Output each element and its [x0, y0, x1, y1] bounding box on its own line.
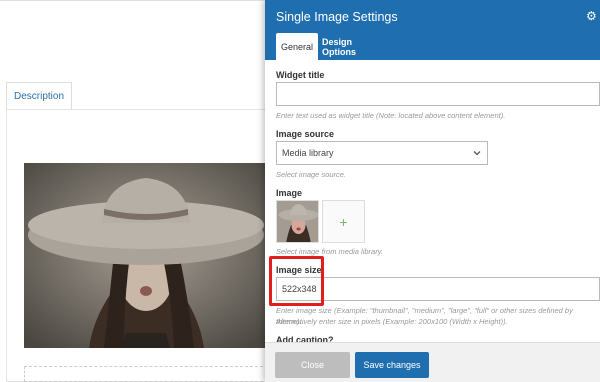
image-source-label: Image source: [276, 129, 335, 139]
image-thumbnail[interactable]: [276, 200, 319, 243]
tab-general[interactable]: General: [276, 33, 318, 60]
image-size-label: Image size: [276, 265, 322, 275]
image-label: Image: [276, 188, 303, 198]
image-source-value: Media library: [282, 148, 334, 158]
gear-icon[interactable]: ⚙: [586, 9, 598, 23]
add-image-button[interactable]: +: [322, 200, 365, 243]
close-button[interactable]: Close: [275, 352, 350, 378]
tab-description[interactable]: Description: [6, 82, 72, 110]
modal-footer: Close Save changes: [265, 342, 600, 382]
image-size-input[interactable]: 522x348: [276, 277, 600, 301]
element-placeholder: [24, 366, 268, 382]
image-size-help-2: Alternatively enter size in pixels (Exam…: [276, 317, 508, 326]
widget-title-label: Widget title: [276, 70, 325, 80]
save-changes-button[interactable]: Save changes: [355, 352, 429, 378]
image-source-help: Select image source.: [276, 170, 347, 179]
widget-title-help: Enter text used as widget title (Note: l…: [276, 111, 506, 120]
widget-title-input[interactable]: [276, 82, 600, 106]
thumbnail-photo: [277, 201, 318, 242]
image-source-select[interactable]: Media library: [276, 141, 488, 165]
image-help: Select image from media library.: [276, 247, 383, 256]
add-icon: +: [339, 213, 348, 230]
woman-hat-photo: [24, 163, 268, 348]
modal-title: Single Image Settings: [276, 10, 398, 24]
single-image-settings-modal: Single Image Settings ⚙ General Design O…: [265, 0, 600, 382]
modal-header: Single Image Settings ⚙ General Design O…: [265, 0, 600, 60]
tab-design-options[interactable]: Design Options: [322, 33, 378, 60]
chevron-down-icon: [473, 151, 481, 156]
content-image[interactable]: [24, 163, 268, 348]
